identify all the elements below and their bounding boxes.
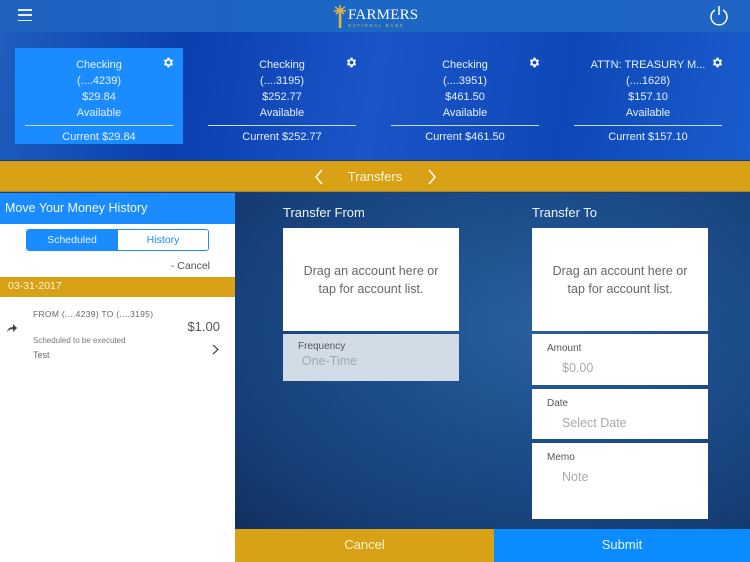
account-number: (....3195) — [259, 75, 305, 87]
account-card[interactable]: Checking (....3195) $252.77 Available Cu… — [198, 48, 366, 144]
current-balance: Current $29.84 — [62, 131, 136, 143]
chevron-left-icon[interactable] — [312, 168, 326, 186]
transfer-to-dropzone[interactable]: Drag an account here or tap for account … — [532, 228, 708, 331]
divider — [208, 125, 356, 126]
tab-scheduled[interactable]: Scheduled — [27, 230, 117, 250]
history-segmented-control: Scheduled History — [26, 229, 209, 251]
dropzone-hint-line1: Drag an account here or — [552, 263, 688, 278]
history-panel-title: Move Your Money History — [0, 193, 235, 224]
dropzone-hint-line2: tap for account list. — [567, 281, 673, 296]
dropzone-hint-line1: Drag an account here or — [303, 263, 439, 278]
tab-history[interactable]: History — [117, 230, 208, 250]
available-label: Available — [442, 107, 488, 119]
account-number: (....4239) — [76, 75, 122, 87]
divider — [574, 125, 722, 126]
available-label: Available — [625, 107, 671, 119]
available-label: Available — [259, 107, 305, 119]
date-label: Date — [547, 398, 569, 409]
frequency-field[interactable]: Frequency One-Time — [283, 334, 459, 381]
account-number: (....1628) — [625, 75, 671, 87]
section-title: Transfers — [347, 169, 403, 184]
account-name: ATTN: TREASURY M... — [590, 59, 706, 71]
amount-input[interactable]: $0.00 — [562, 361, 593, 375]
available-amount: $461.50 — [445, 91, 485, 103]
current-balance: Current $157.10 — [608, 131, 688, 143]
power-icon[interactable] — [708, 5, 730, 27]
palm-tree-icon — [333, 5, 347, 28]
brand-subtitle: NATIONAL BANK — [348, 23, 405, 28]
submit-button[interactable]: Submit — [494, 529, 750, 562]
account-name: Checking — [76, 59, 122, 71]
frequency-value: One-Time — [302, 354, 358, 368]
app-header: FARMERS NATIONAL BANK — [0, 0, 750, 32]
transfer-to-title: Transfer To — [532, 205, 598, 220]
available-amount: $29.84 — [82, 91, 116, 103]
hamburger-menu-icon[interactable] — [18, 9, 32, 21]
date-group-header: 03-31-2017 — [0, 277, 235, 297]
date-input[interactable]: Select Date — [562, 416, 627, 430]
current-balance: Current $252.77 — [242, 131, 322, 143]
account-carousel: Checking (....4239) $29.84 Available Cur… — [0, 48, 750, 144]
transfer-from-title: Transfer From — [283, 205, 365, 220]
transfer-form: Transfer From Drag an account here or ta… — [235, 193, 750, 529]
transaction-status: Scheduled to be executed — [33, 336, 126, 345]
cancel-scheduled-link[interactable]: - Cancel — [171, 260, 210, 272]
dropzone-hint-line2: tap for account list. — [318, 281, 424, 296]
gear-icon[interactable] — [528, 56, 541, 69]
transfer-arrow-icon — [7, 324, 17, 332]
gear-icon[interactable] — [345, 56, 358, 69]
transfer-from-dropzone[interactable]: Drag an account here or tap for account … — [283, 228, 459, 331]
account-card[interactable]: Checking (....4239) $29.84 Available Cur… — [15, 48, 183, 144]
gear-icon[interactable] — [711, 56, 724, 69]
gear-icon[interactable] — [162, 56, 175, 69]
bank-logo: FARMERS NATIONAL BANK — [333, 4, 418, 30]
memo-input[interactable]: Note — [562, 470, 588, 484]
chevron-right-icon[interactable] — [212, 344, 219, 355]
available-amount: $157.10 — [628, 91, 668, 103]
transaction-accounts: FROM (....4239) TO (....3195) — [33, 309, 154, 319]
memo-label: Memo — [547, 452, 575, 463]
date-field[interactable]: Date Select Date — [532, 389, 708, 439]
transaction-amount: $1.00 — [187, 319, 220, 334]
memo-field[interactable]: Memo Note — [532, 443, 708, 519]
available-amount: $252.77 — [262, 91, 302, 103]
account-card[interactable]: Checking (....3951) $461.50 Available Cu… — [381, 48, 549, 144]
transaction-row[interactable]: FROM (....4239) TO (....3195) $1.00 Sche… — [0, 301, 235, 361]
frequency-label: Frequency — [298, 341, 346, 352]
divider — [25, 125, 173, 126]
account-name: Checking — [259, 59, 305, 71]
cancel-button[interactable]: Cancel — [235, 529, 494, 562]
current-balance: Current $461.50 — [425, 131, 505, 143]
account-name: Checking — [442, 59, 488, 71]
section-nav-bar: Transfers — [0, 161, 750, 192]
chevron-right-icon[interactable] — [425, 168, 439, 186]
available-label: Available — [76, 107, 122, 119]
history-panel: Move Your Money History Scheduled Histor… — [0, 193, 235, 562]
amount-field[interactable]: Amount $0.00 — [532, 334, 708, 385]
brand-name: FARMERS — [348, 7, 419, 23]
account-card[interactable]: ATTN: TREASURY M... (....1628) $157.10 A… — [564, 48, 732, 144]
divider — [391, 125, 539, 126]
amount-label: Amount — [547, 343, 582, 354]
transaction-memo: Test — [33, 350, 50, 360]
account-number: (....3951) — [442, 75, 488, 87]
